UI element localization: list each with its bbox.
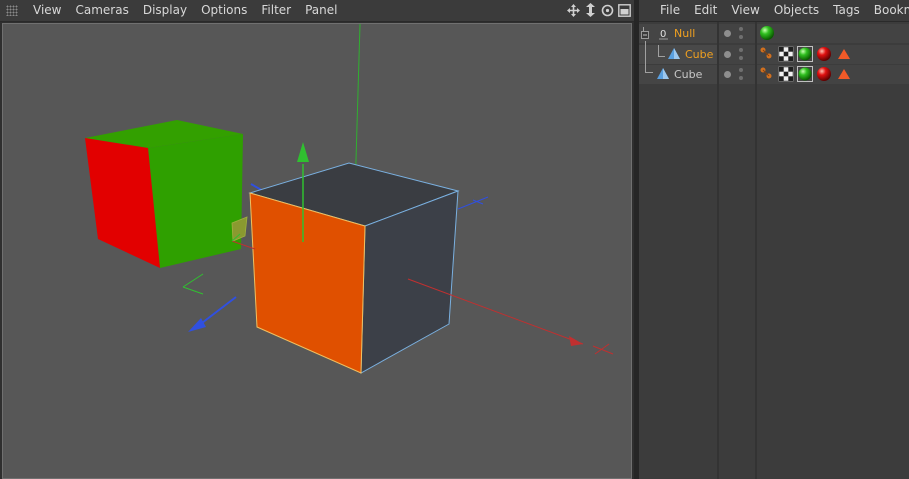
object-row-cube[interactable]: Cube	[639, 54, 909, 84]
column-divider	[755, 22, 757, 479]
editor-visibility-dot[interactable]	[724, 51, 731, 58]
phong-tag-icon[interactable]	[836, 46, 852, 62]
checker-tag-icon[interactable]	[778, 66, 794, 82]
null-object-icon: 0	[659, 29, 668, 40]
small-cube-side	[148, 134, 243, 268]
green-material-icon[interactable]	[797, 46, 813, 62]
menu-cameras[interactable]: Cameras	[68, 0, 135, 21]
world-axis-marker	[182, 273, 204, 295]
editor-visibility-dot[interactable]	[724, 71, 731, 78]
render-visibility-dot[interactable]	[739, 27, 743, 31]
object-name-cube[interactable]: Cube	[685, 47, 713, 62]
green-material-icon[interactable]	[797, 66, 813, 82]
render-visibility-dot[interactable]	[739, 68, 743, 72]
small-cube-front	[85, 138, 160, 268]
small-cube[interactable]	[85, 120, 243, 268]
menu-objects[interactable]: Objects	[767, 0, 826, 21]
menu-options[interactable]: Options	[194, 0, 254, 21]
menu-edit[interactable]: Edit	[687, 0, 724, 21]
panel-grip-icon[interactable]	[6, 5, 18, 16]
rotate-view-icon[interactable]	[600, 1, 615, 19]
object-name-cube[interactable]: Cube	[674, 67, 702, 82]
column-divider	[717, 22, 719, 479]
object-manager: File Edit View Objects Tags Bookmarks 0 …	[639, 0, 909, 479]
object-manager-menubar: File Edit View Objects Tags Bookmarks	[639, 0, 909, 22]
cube-object-icon	[668, 48, 680, 59]
object-list: 0 Null Cube Cube	[639, 22, 909, 479]
main-cube[interactable]	[248, 162, 460, 374]
render-visibility-dot[interactable]	[739, 56, 743, 60]
red-material-icon[interactable]	[816, 46, 832, 62]
object-row-null[interactable]: 0 Null	[639, 24, 909, 43]
red-material-icon[interactable]	[816, 66, 832, 82]
viewport-menubar: View Cameras Display Options Filter Pane…	[0, 0, 634, 22]
3d-viewport[interactable]	[2, 23, 632, 479]
render-visibility-dot[interactable]	[739, 48, 743, 52]
cube-object-icon	[657, 68, 669, 79]
render-visibility-dot[interactable]	[739, 76, 743, 80]
move-view-icon[interactable]	[566, 1, 581, 19]
texture-tag-icon[interactable]	[759, 46, 775, 62]
toggle-view-icon[interactable]	[617, 1, 632, 19]
zoom-view-icon[interactable]	[583, 1, 598, 19]
phong-tag-icon[interactable]	[836, 66, 852, 82]
menu-tags[interactable]: Tags	[826, 0, 867, 21]
menu-panel[interactable]: Panel	[298, 0, 344, 21]
menu-file[interactable]: File	[653, 0, 687, 21]
checker-tag-icon[interactable]	[778, 46, 794, 62]
editor-visibility-dot[interactable]	[724, 30, 731, 37]
menu-view-om[interactable]: View	[724, 0, 766, 21]
texture-tag-icon[interactable]	[759, 66, 775, 82]
menu-view[interactable]: View	[26, 0, 68, 21]
render-visibility-dot[interactable]	[739, 35, 743, 39]
menu-filter[interactable]: Filter	[254, 0, 298, 21]
viewport-tools	[566, 1, 632, 19]
svg-text:0: 0	[660, 29, 666, 40]
viewport-panel: View Cameras Display Options Filter Pane…	[0, 0, 634, 479]
menu-bookmarks[interactable]: Bookmarks	[867, 0, 909, 21]
menu-display[interactable]: Display	[136, 0, 194, 21]
green-material-icon[interactable]	[759, 25, 775, 41]
collapse-toggle-icon[interactable]	[641, 31, 649, 39]
object-name-null[interactable]: Null	[674, 26, 695, 41]
object-row-cube-child[interactable]: Cube	[639, 41, 909, 64]
